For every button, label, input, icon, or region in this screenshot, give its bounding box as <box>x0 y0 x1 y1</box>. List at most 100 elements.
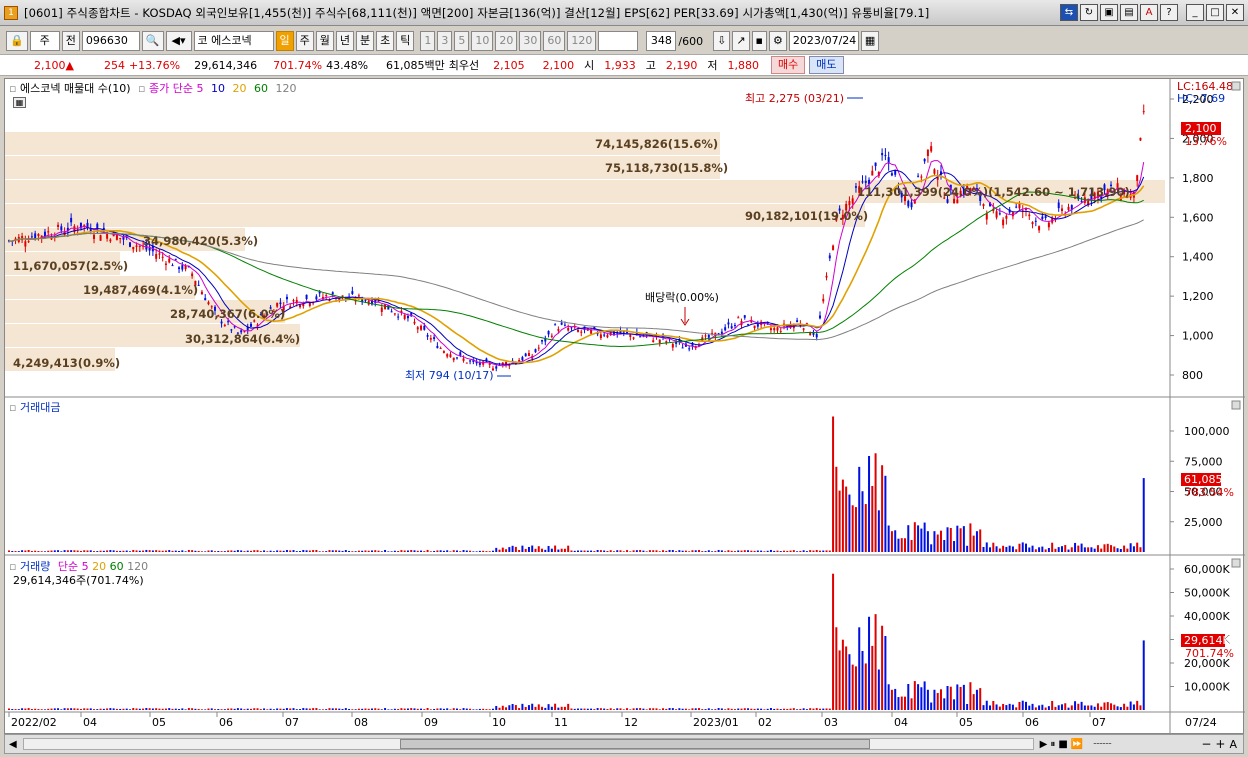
code-input[interactable]: 096630 <box>81 31 140 51</box>
candle-body <box>832 245 835 251</box>
volume-bar <box>1070 705 1073 710</box>
stock-chart-svg[interactable]: 2,2002,0001,8001,6001,4001,2001,00080074… <box>5 79 1245 735</box>
volume-bar <box>1126 706 1129 710</box>
refresh-icon[interactable]: ↻ <box>1080 4 1098 21</box>
volume-bar <box>697 708 700 710</box>
interval-5[interactable]: 5 <box>454 31 470 51</box>
candle-body <box>920 176 923 178</box>
volume-bar <box>910 698 913 710</box>
chart-icon[interactable]: ↗ <box>732 31 750 51</box>
amount-bar <box>305 550 308 552</box>
minimize-icon[interactable]: _ <box>1186 4 1204 21</box>
interval-120[interactable]: 120 <box>567 31 597 51</box>
amount-bar <box>697 550 700 552</box>
volume-bar <box>645 709 648 710</box>
volume-bar <box>361 708 364 710</box>
amount-bar <box>881 465 884 552</box>
period-tick[interactable]: 틱 <box>396 31 415 51</box>
gear-icon[interactable]: ⚙ <box>769 31 787 51</box>
interval-60[interactable]: 60 <box>543 31 566 51</box>
zoom-in-icon[interactable]: + <box>1215 737 1225 751</box>
volume-bar <box>1018 701 1021 710</box>
calendar-icon[interactable]: ▦ <box>860 31 880 51</box>
date-input[interactable]: 2023/07/24 <box>788 31 859 51</box>
period-minute[interactable]: 분 <box>356 31 375 51</box>
amount-bar <box>266 551 269 552</box>
sell-button[interactable]: 매도 <box>809 56 844 74</box>
volume-bar <box>426 708 429 710</box>
search-icon[interactable]: 🔍 <box>141 31 164 51</box>
volume-bar <box>119 708 122 710</box>
volume-bar <box>854 666 857 710</box>
prev-button[interactable]: 전 <box>61 31 80 51</box>
amount-bar <box>586 550 589 552</box>
tools-icon[interactable]: ╌╌╌ <box>1093 739 1111 750</box>
mode-select[interactable]: 주 <box>29 31 60 51</box>
lock-icon[interactable]: 🔒 <box>6 31 28 51</box>
buy-button[interactable]: 매수 <box>771 56 806 74</box>
zoom-out-icon[interactable]: − <box>1201 737 1211 751</box>
candle-body <box>60 226 63 231</box>
link-icon[interactable]: ⇆ <box>1060 4 1078 21</box>
volume-profile-label: 4,249,413(0.9%) <box>13 356 120 370</box>
interval-20[interactable]: 20 <box>495 31 518 51</box>
interval-1[interactable]: 1 <box>420 31 436 51</box>
amount-bar <box>47 550 50 552</box>
scroll-bar[interactable]: ◀ ▶ ⏸ ■ ⏩ ╌╌╌ − + A <box>4 734 1244 754</box>
period-week[interactable]: 주 <box>295 31 314 51</box>
volume-bar <box>805 709 808 710</box>
amount-bar <box>508 547 511 552</box>
volume-bar <box>295 709 298 710</box>
amount-bar <box>439 550 442 552</box>
close-icon[interactable]: ✕ <box>1226 4 1244 21</box>
interval-30[interactable]: 30 <box>519 31 542 51</box>
arrow-icon[interactable]: ⇩ <box>713 31 731 51</box>
stock-name[interactable]: 코 에스코넥 <box>193 31 274 51</box>
scroll-left-icon[interactable]: ◀ <box>9 739 17 750</box>
stop-icon[interactable]: ■ <box>1058 739 1067 750</box>
candle-body <box>567 327 570 331</box>
window-icon[interactable]: ▣ <box>1100 4 1118 21</box>
table-icon[interactable]: ▦ <box>13 97 26 108</box>
play-icon[interactable]: ▶ <box>1040 739 1048 750</box>
volume-bar <box>76 708 79 710</box>
amount-bar <box>495 547 498 552</box>
volume-bar <box>269 708 272 710</box>
maximize-icon[interactable]: □ <box>1206 4 1224 21</box>
fastforward-icon[interactable]: ⏩ <box>1071 739 1083 750</box>
amount-bar <box>897 538 900 552</box>
speaker-icon[interactable]: ◀▾ <box>165 31 192 51</box>
interval-10[interactable]: 10 <box>471 31 494 51</box>
period-second[interactable]: 초 <box>376 31 395 51</box>
candle-body <box>848 201 851 206</box>
period-year[interactable]: 년 <box>335 31 355 51</box>
count-input[interactable]: 348 <box>646 31 677 51</box>
scroll-thumb[interactable] <box>399 739 870 749</box>
candle-body <box>181 265 184 270</box>
interval-input[interactable] <box>598 31 639 51</box>
candle-body <box>106 233 109 239</box>
pause-icon[interactable]: ⏸ <box>1050 739 1055 750</box>
font-size-icon[interactable]: A <box>1229 738 1237 751</box>
candle-body <box>420 325 423 330</box>
disk-icon[interactable]: ▪ <box>751 31 768 51</box>
scroll-track[interactable] <box>22 738 1034 750</box>
volume-bar <box>786 708 789 710</box>
font-icon[interactable]: A <box>1140 4 1158 21</box>
amount-bar <box>429 551 432 552</box>
volume-bar <box>416 708 419 710</box>
hc-label: HC:-7.69 <box>1177 92 1225 105</box>
period-day[interactable]: 일 <box>275 31 294 51</box>
amount-bar <box>1106 543 1109 552</box>
amount-bar <box>998 548 1001 552</box>
amount-bar <box>936 534 939 552</box>
interval-3[interactable]: 3 <box>437 31 453 51</box>
volume-profile-label: 111,301,399(24.0%)(1,542.60 ~ 1,713.90) <box>857 185 1130 199</box>
amount-bar <box>612 551 615 552</box>
help-icon[interactable]: ? <box>1160 4 1178 21</box>
chart-area[interactable]: 2,200 2,000 1,800 1,600 1,400 1,200 1,000 800 74… <box>4 78 1245 735</box>
volume-bar <box>351 709 354 710</box>
save-icon[interactable]: ▤ <box>1120 4 1138 21</box>
period-month[interactable]: 월 <box>315 31 334 51</box>
amount-bar <box>724 551 727 552</box>
